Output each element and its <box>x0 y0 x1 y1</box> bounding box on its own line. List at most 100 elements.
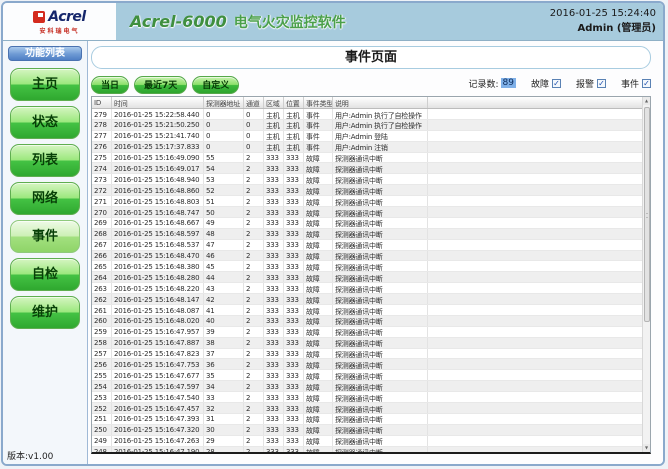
sidebar-item-list[interactable]: 列表 <box>10 144 80 177</box>
sidebar-item-selfcheck[interactable]: 自检 <box>10 258 80 291</box>
table-row[interactable]: 2692016-01-25 15:16:48.667492333333故障探测器… <box>92 218 642 229</box>
cell: 333 <box>284 207 304 217</box>
scroll-down-icon[interactable]: ▼ <box>643 444 650 452</box>
table-row[interactable]: 2592016-01-25 15:16:47.957392333333故障探测器… <box>92 327 642 338</box>
column-header-0[interactable]: ID <box>92 97 112 108</box>
cell: 333 <box>284 294 304 304</box>
table-row[interactable]: 2792016-01-25 15:22:58.44000主机主机事件用户:Adm… <box>92 109 642 120</box>
sidebar-nav: 主页状态列表网络事件自检维护 <box>3 68 87 329</box>
table-row[interactable]: 2532016-01-25 15:16:47.540332333333故障探测器… <box>92 392 642 403</box>
cell: 故障 <box>304 251 333 261</box>
cell: 251 <box>92 414 112 424</box>
cell: 探测器通讯中断 <box>333 370 428 380</box>
cell: 333 <box>284 349 304 359</box>
table-row[interactable]: 2722016-01-25 15:16:48.860522333333故障探测器… <box>92 185 642 196</box>
fault-checkbox[interactable]: ✓ <box>552 79 561 88</box>
column-header-5[interactable]: 位置 <box>284 97 304 108</box>
table-row[interactable]: 2622016-01-25 15:16:48.147422333333故障探测器… <box>92 294 642 305</box>
table-row[interactable]: 2712016-01-25 15:16:48.803512333333故障探测器… <box>92 196 642 207</box>
column-header-3[interactable]: 通道 <box>244 97 264 108</box>
table-row[interactable]: 2702016-01-25 15:16:48.747502333333故障探测器… <box>92 207 642 218</box>
content-area: 功能列表 主页状态列表网络事件自检维护 版本:v1.00 事件页面 当日最近7天… <box>3 41 663 465</box>
table-row[interactable]: 2482016-01-25 15:16:47.190282333333故障探测器… <box>92 447 642 452</box>
cell: 主机 <box>284 109 304 119</box>
filter-last7days-button[interactable]: 最近7天 <box>134 76 187 94</box>
column-header-2[interactable]: 探测器地址 <box>204 97 244 108</box>
table-row[interactable]: 2672016-01-25 15:16:48.537472333333故障探测器… <box>92 240 642 251</box>
column-header-6[interactable]: 事件类型 <box>304 97 333 108</box>
cell: 探测器通讯中断 <box>333 349 428 359</box>
sidebar-item-event[interactable]: 事件 <box>10 220 80 253</box>
table-row[interactable]: 2682016-01-25 15:16:48.597482333333故障探测器… <box>92 229 642 240</box>
table-row[interactable]: 2742016-01-25 15:16:49.017542333333故障探测器… <box>92 163 642 174</box>
table-row[interactable]: 2502016-01-25 15:16:47.320302333333故障探测器… <box>92 425 642 436</box>
column-header-4[interactable]: 区域 <box>264 97 284 108</box>
sidebar-item-status[interactable]: 状态 <box>10 106 80 139</box>
table-row[interactable]: 2512016-01-25 15:16:47.393312333333故障探测器… <box>92 414 642 425</box>
cell: 261 <box>92 305 112 315</box>
cell-filler <box>428 109 642 119</box>
table-row[interactable]: 2562016-01-25 15:16:47.753362333333故障探测器… <box>92 359 642 370</box>
table-row[interactable]: 2492016-01-25 15:16:47.263292333333故障探测器… <box>92 436 642 447</box>
cell: 333 <box>284 370 304 380</box>
cell: 故障 <box>304 174 333 184</box>
cell: 333 <box>264 349 284 359</box>
table-row[interactable]: 2762016-01-25 15:17:37.83300主机主机事件用户:Adm… <box>92 142 642 153</box>
table-row[interactable]: 2642016-01-25 15:16:48.280442333333故障探测器… <box>92 272 642 283</box>
cell: 266 <box>92 251 112 261</box>
scroll-up-icon[interactable]: ▲ <box>643 97 650 105</box>
cell: 故障 <box>304 436 333 446</box>
table-scrollbar[interactable]: ▲ ▼ <box>642 97 650 452</box>
cell: 2016-01-25 15:16:48.280 <box>112 272 204 282</box>
cell: 333 <box>284 196 304 206</box>
cell: 55 <box>204 153 244 163</box>
sidebar: 功能列表 主页状态列表网络事件自检维护 版本:v1.00 <box>3 41 88 465</box>
cell: 故障 <box>304 240 333 250</box>
cell: 265 <box>92 261 112 271</box>
cell: 故障 <box>304 425 333 435</box>
cell: 2 <box>244 153 264 163</box>
alarm-checkbox[interactable]: ✓ <box>597 79 606 88</box>
cell: 254 <box>92 381 112 391</box>
table-row[interactable]: 2582016-01-25 15:16:47.887382333333故障探测器… <box>92 338 642 349</box>
cell: 279 <box>92 109 112 119</box>
cell: 333 <box>264 447 284 452</box>
cell: 主机 <box>284 120 304 130</box>
table-row[interactable]: 2662016-01-25 15:16:48.470462333333故障探测器… <box>92 251 642 262</box>
filter-today-button[interactable]: 当日 <box>91 76 129 94</box>
cell-filler <box>428 294 642 304</box>
column-header-7[interactable]: 说明 <box>333 97 428 108</box>
cell: 54 <box>204 163 244 173</box>
sidebar-item-home[interactable]: 主页 <box>10 68 80 101</box>
cell: 42 <box>204 294 244 304</box>
cell: 2016-01-25 15:16:48.940 <box>112 174 204 184</box>
table-row[interactable]: 2522016-01-25 15:16:47.457322333333故障探测器… <box>92 403 642 414</box>
table-row[interactable]: 2652016-01-25 15:16:48.380452333333故障探测器… <box>92 261 642 272</box>
event-type-filters: 故障✓报警✓事件✓ <box>516 77 651 90</box>
cell: 51 <box>204 196 244 206</box>
table-row[interactable]: 2552016-01-25 15:16:47.677352333333故障探测器… <box>92 370 642 381</box>
sidebar-item-network[interactable]: 网络 <box>10 182 80 215</box>
table-row[interactable]: 2572016-01-25 15:16:47.823372333333故障探测器… <box>92 349 642 360</box>
table-row[interactable]: 2752016-01-25 15:16:49.090552333333故障探测器… <box>92 153 642 164</box>
cell: 2016-01-25 15:16:48.470 <box>112 251 204 261</box>
table-row[interactable]: 2612016-01-25 15:16:48.087412333333故障探测器… <box>92 305 642 316</box>
cell: 2016-01-25 15:16:48.380 <box>112 261 204 271</box>
table-row[interactable]: 2772016-01-25 15:21:41.74000主机主机事件用户:Adm… <box>92 131 642 142</box>
cell: 2 <box>244 261 264 271</box>
cell: 事件 <box>304 120 333 130</box>
filter-custom-button[interactable]: 自定义 <box>192 76 239 94</box>
table-row[interactable]: 2782016-01-25 15:21:50.25000主机主机事件用户:Adm… <box>92 120 642 131</box>
cell: 主机 <box>264 142 284 152</box>
event-checkbox[interactable]: ✓ <box>642 79 651 88</box>
cell: 333 <box>284 381 304 391</box>
sidebar-item-maintain[interactable]: 维护 <box>10 296 80 329</box>
table-row[interactable]: 2732016-01-25 15:16:48.940532333333故障探测器… <box>92 174 642 185</box>
cell: 0 <box>204 142 244 152</box>
cell: 故障 <box>304 349 333 359</box>
scrollbar-thumb[interactable] <box>644 107 650 322</box>
table-row[interactable]: 2602016-01-25 15:16:48.020402333333故障探测器… <box>92 316 642 327</box>
table-row[interactable]: 2542016-01-25 15:16:47.597342333333故障探测器… <box>92 381 642 392</box>
table-row[interactable]: 2632016-01-25 15:16:48.220432333333故障探测器… <box>92 283 642 294</box>
column-header-1[interactable]: 时间 <box>112 97 204 108</box>
